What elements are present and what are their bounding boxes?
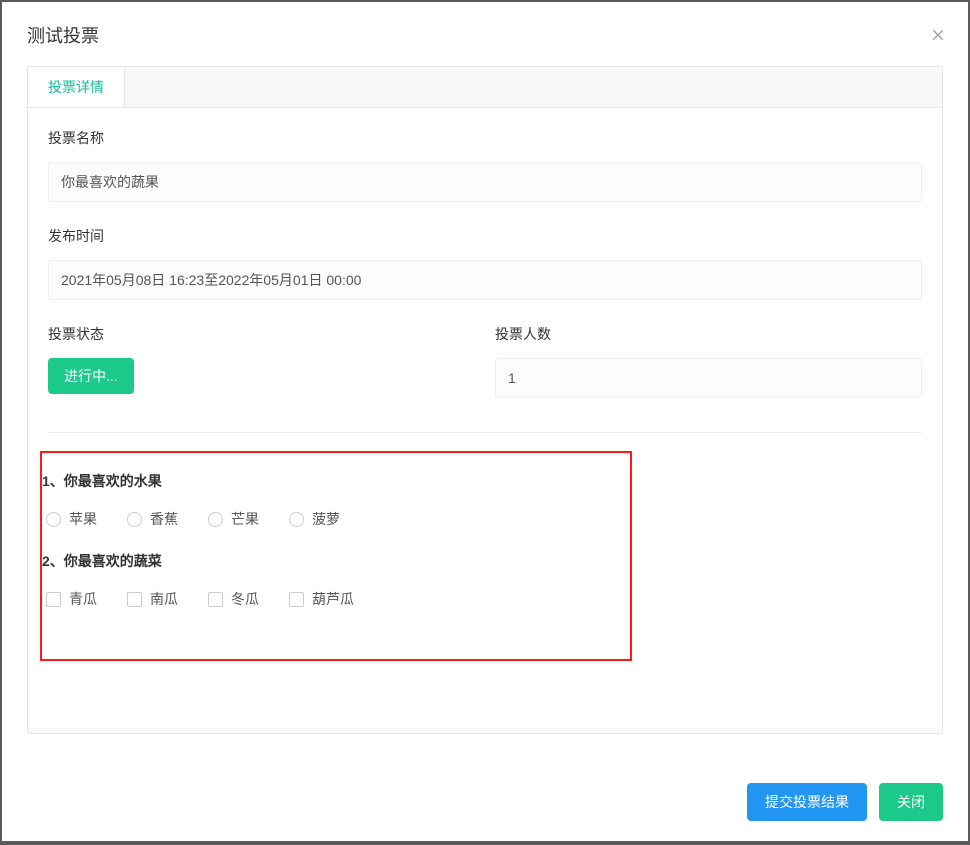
question-1-options: 苹果 香蕉 芒果 菠萝 [42,509,630,529]
modal-body: 投票详情 投票名称 发布时间 投票状态 进行中... [2,66,968,767]
radio-icon [208,512,223,527]
question-1: 1、你最喜欢的水果 苹果 香蕉 [42,471,630,529]
question-2-title: 2、你最喜欢的蔬菜 [42,551,630,571]
name-input[interactable] [48,162,922,202]
tab-container: 投票详情 投票名称 发布时间 投票状态 进行中... [27,66,943,734]
publish-time-label: 发布时间 [48,226,922,246]
option-label: 青瓜 [69,589,97,609]
option-label: 葫芦瓜 [312,589,354,609]
form-row-status: 投票状态 进行中... 投票人数 [48,324,922,422]
option-label: 冬瓜 [231,589,259,609]
option-label: 香蕉 [150,509,178,529]
option-label: 南瓜 [150,589,178,609]
option-label: 苹果 [69,509,97,529]
option-label: 菠萝 [312,509,340,529]
tab-header: 投票详情 [28,67,942,108]
checkbox-option[interactable]: 青瓜 [46,589,97,609]
radio-icon [46,512,61,527]
close-icon [930,27,946,43]
checkbox-option[interactable]: 冬瓜 [208,589,259,609]
radio-icon [127,512,142,527]
form-group-publish-time: 发布时间 [48,226,922,300]
checkbox-icon [127,592,142,607]
status-label: 投票状态 [48,324,475,344]
radio-option[interactable]: 菠萝 [289,509,340,529]
vote-count-input[interactable] [495,358,922,398]
checkbox-option[interactable]: 葫芦瓜 [289,589,354,609]
modal-dialog: 测试投票 投票详情 投票名称 发布时间 投票状态 [2,2,968,841]
radio-option[interactable]: 苹果 [46,509,97,529]
question-2-options: 青瓜 南瓜 冬瓜 葫芦 [42,589,630,609]
form-group-vote-count: 投票人数 [495,324,922,398]
name-label: 投票名称 [48,128,922,148]
checkbox-option[interactable]: 南瓜 [127,589,178,609]
close-footer-button[interactable]: 关闭 [879,783,943,821]
radio-option[interactable]: 芒果 [208,509,259,529]
radio-icon [289,512,304,527]
vote-count-label: 投票人数 [495,324,922,344]
submit-button[interactable]: 提交投票结果 [747,783,867,821]
status-badge: 进行中... [48,358,134,394]
close-button[interactable] [928,25,948,45]
question-1-title: 1、你最喜欢的水果 [42,471,630,491]
question-2: 2、你最喜欢的蔬菜 青瓜 南瓜 [42,551,630,609]
form-group-status: 投票状态 进行中... [48,324,475,398]
checkbox-icon [46,592,61,607]
checkbox-icon [208,592,223,607]
option-label: 芒果 [231,509,259,529]
modal-title: 测试投票 [27,22,99,48]
publish-time-input[interactable] [48,260,922,300]
checkbox-icon [289,592,304,607]
radio-option[interactable]: 香蕉 [127,509,178,529]
modal-header: 测试投票 [2,2,968,66]
divider [48,432,922,433]
modal-footer: 提交投票结果 关闭 [2,767,968,841]
form-group-name: 投票名称 [48,128,922,202]
questions-highlighted-area: 1、你最喜欢的水果 苹果 香蕉 [40,451,632,661]
tab-vote-detail[interactable]: 投票详情 [28,67,125,107]
tab-content: 投票名称 发布时间 投票状态 进行中... 投票人数 [28,108,942,728]
